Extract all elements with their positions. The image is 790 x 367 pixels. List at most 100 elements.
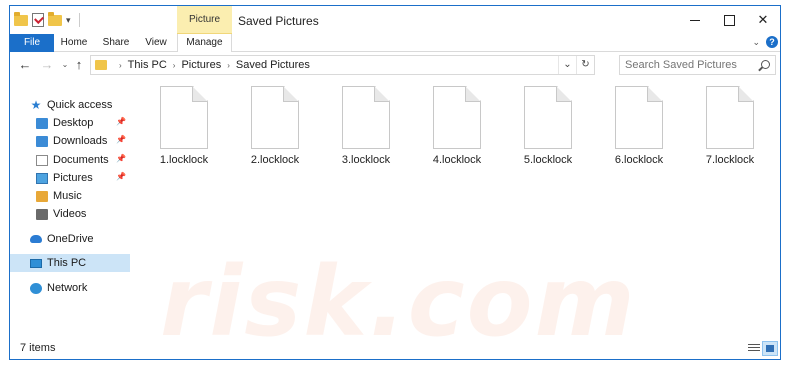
file-name: 4.locklock — [432, 154, 482, 166]
location-folder-icon — [95, 60, 107, 70]
sidebar-item-pictures[interactable]: Pictures 📌 — [10, 169, 130, 187]
sidebar-item-quick-access[interactable]: ★ Quick access — [10, 96, 130, 114]
downloads-icon — [36, 135, 48, 147]
status-bar: 7 items — [10, 338, 780, 359]
help-icon[interactable]: ? — [766, 36, 778, 48]
properties-icon[interactable] — [32, 13, 44, 27]
pin-icon: 📌 — [116, 154, 126, 163]
window-controls: ✕ — [678, 6, 780, 34]
document-icon — [251, 86, 299, 149]
breadcrumb-saved-pictures[interactable]: Saved Pictures — [236, 59, 310, 71]
document-icon — [433, 86, 481, 149]
pin-icon: 📌 — [116, 135, 126, 144]
ribbon-tabs: File Home Share View Manage ⌄ ? — [10, 34, 780, 52]
new-folder-icon[interactable] — [48, 11, 62, 26]
sidebar-item-label: OneDrive — [47, 233, 94, 245]
address-bar[interactable]: › This PC › Pictures › Saved Pictures ⌄ … — [90, 55, 595, 75]
address-dropdown-icon[interactable]: ⌄ — [558, 56, 576, 74]
document-icon — [706, 86, 754, 149]
sidebar-item-label: Videos — [53, 208, 87, 220]
close-button[interactable]: ✕ — [746, 6, 780, 34]
details-view-icon[interactable] — [746, 341, 762, 356]
tab-view[interactable]: View — [138, 34, 174, 52]
file-name: 6.locklock — [614, 154, 664, 166]
document-icon — [615, 86, 663, 149]
sidebar-item-this-pc[interactable]: This PC — [10, 254, 130, 272]
sidebar-item-desktop[interactable]: Desktop 📌 — [10, 114, 130, 132]
file-name: 7.locklock — [705, 154, 755, 166]
tab-file[interactable]: File — [10, 34, 54, 52]
refresh-icon[interactable]: ↻ — [576, 56, 594, 74]
navigation-bar: ← → ⌄ ↑ › This PC › Pictures › Saved Pic… — [10, 52, 780, 78]
search-icon[interactable] — [761, 60, 770, 69]
file-item[interactable]: 1.locklock — [140, 86, 224, 176]
window-title: Saved Pictures — [238, 14, 319, 28]
folder-icon[interactable] — [14, 11, 28, 26]
pin-icon: 📌 — [116, 117, 126, 126]
sidebar-item-videos[interactable]: Videos — [10, 205, 130, 223]
maximize-button[interactable] — [712, 6, 746, 34]
chevron-right-icon[interactable]: › — [173, 61, 176, 70]
pin-icon: 📌 — [116, 172, 126, 181]
title-bar: ▾ Picture Tools Saved Pictures ✕ — [10, 6, 780, 53]
chevron-right-icon[interactable]: › — [119, 61, 122, 70]
document-icon — [160, 86, 208, 149]
tab-share[interactable]: Share — [96, 34, 136, 52]
customize-toolbar-icon[interactable]: ▾ — [66, 15, 71, 26]
expand-ribbon-icon[interactable]: ⌄ — [752, 37, 760, 48]
file-list: 1.locklock 2.locklock 3.locklock 4.lockl… — [130, 78, 780, 338]
document-icon — [524, 86, 572, 149]
explorer-window: ▾ Picture Tools Saved Pictures ✕ File Ho… — [9, 5, 781, 360]
forward-button[interactable]: → — [38, 56, 56, 74]
star-icon: ★ — [30, 97, 42, 112]
search-input[interactable] — [619, 55, 776, 75]
sidebar-item-label: Network — [47, 282, 88, 294]
toolbar-divider — [78, 13, 80, 27]
file-item[interactable]: 4.locklock — [413, 86, 497, 176]
back-button[interactable]: ← — [16, 56, 34, 74]
sidebar-item-label: Documents — [53, 154, 109, 166]
file-name: 5.locklock — [523, 154, 573, 166]
tab-home[interactable]: Home — [54, 34, 94, 52]
quick-access-toolbar: ▾ — [14, 11, 80, 28]
sidebar-item-label: Downloads — [53, 135, 108, 147]
sidebar-item-label: Quick access — [47, 99, 113, 111]
sidebar-item-onedrive[interactable]: OneDrive — [10, 230, 130, 248]
sidebar-item-label: Desktop — [53, 117, 94, 129]
music-icon — [36, 190, 48, 202]
network-icon — [30, 282, 42, 294]
large-icons-view-icon[interactable] — [762, 341, 778, 356]
file-name: 1.locklock — [159, 154, 209, 166]
sidebar-item-music[interactable]: Music — [10, 187, 130, 205]
up-button[interactable]: ↑ — [70, 56, 88, 74]
videos-icon — [36, 208, 48, 220]
sidebar-item-network[interactable]: Network — [10, 279, 130, 297]
sidebar-item-label: Pictures — [53, 172, 93, 184]
file-item[interactable]: 3.locklock — [322, 86, 406, 176]
sidebar-item-downloads[interactable]: Downloads 📌 — [10, 132, 130, 150]
onedrive-icon — [30, 235, 42, 243]
file-item[interactable]: 7.locklock — [686, 86, 770, 176]
file-item[interactable]: 2.locklock — [231, 86, 315, 176]
file-item[interactable]: 5.locklock — [504, 86, 588, 176]
sidebar-item-label: This PC — [47, 257, 87, 269]
navigation-pane: ★ Quick access Desktop 📌 Downloads 📌 Doc… — [10, 78, 130, 338]
ribbon-controls: ⌄ ? — [752, 36, 778, 48]
picture-tools-context: Picture Tools — [177, 6, 232, 53]
tab-manage[interactable]: Manage — [177, 34, 232, 52]
breadcrumb-this-pc[interactable]: This PC — [128, 59, 167, 71]
address-controls: ⌄ ↻ — [558, 56, 594, 74]
documents-icon — [36, 154, 48, 166]
pictures-icon — [36, 172, 48, 184]
sidebar-item-documents[interactable]: Documents 📌 — [10, 151, 130, 169]
file-name: 2.locklock — [250, 154, 300, 166]
chevron-right-icon[interactable]: › — [227, 61, 230, 70]
computer-icon — [30, 258, 42, 268]
sidebar-item-label: Music — [53, 190, 82, 202]
file-item[interactable]: 6.locklock — [595, 86, 679, 176]
file-name: 3.locklock — [341, 154, 391, 166]
minimize-button[interactable] — [678, 6, 712, 34]
item-count: 7 items — [20, 342, 56, 354]
desktop-icon — [36, 117, 48, 129]
breadcrumb-pictures[interactable]: Pictures — [181, 59, 221, 71]
